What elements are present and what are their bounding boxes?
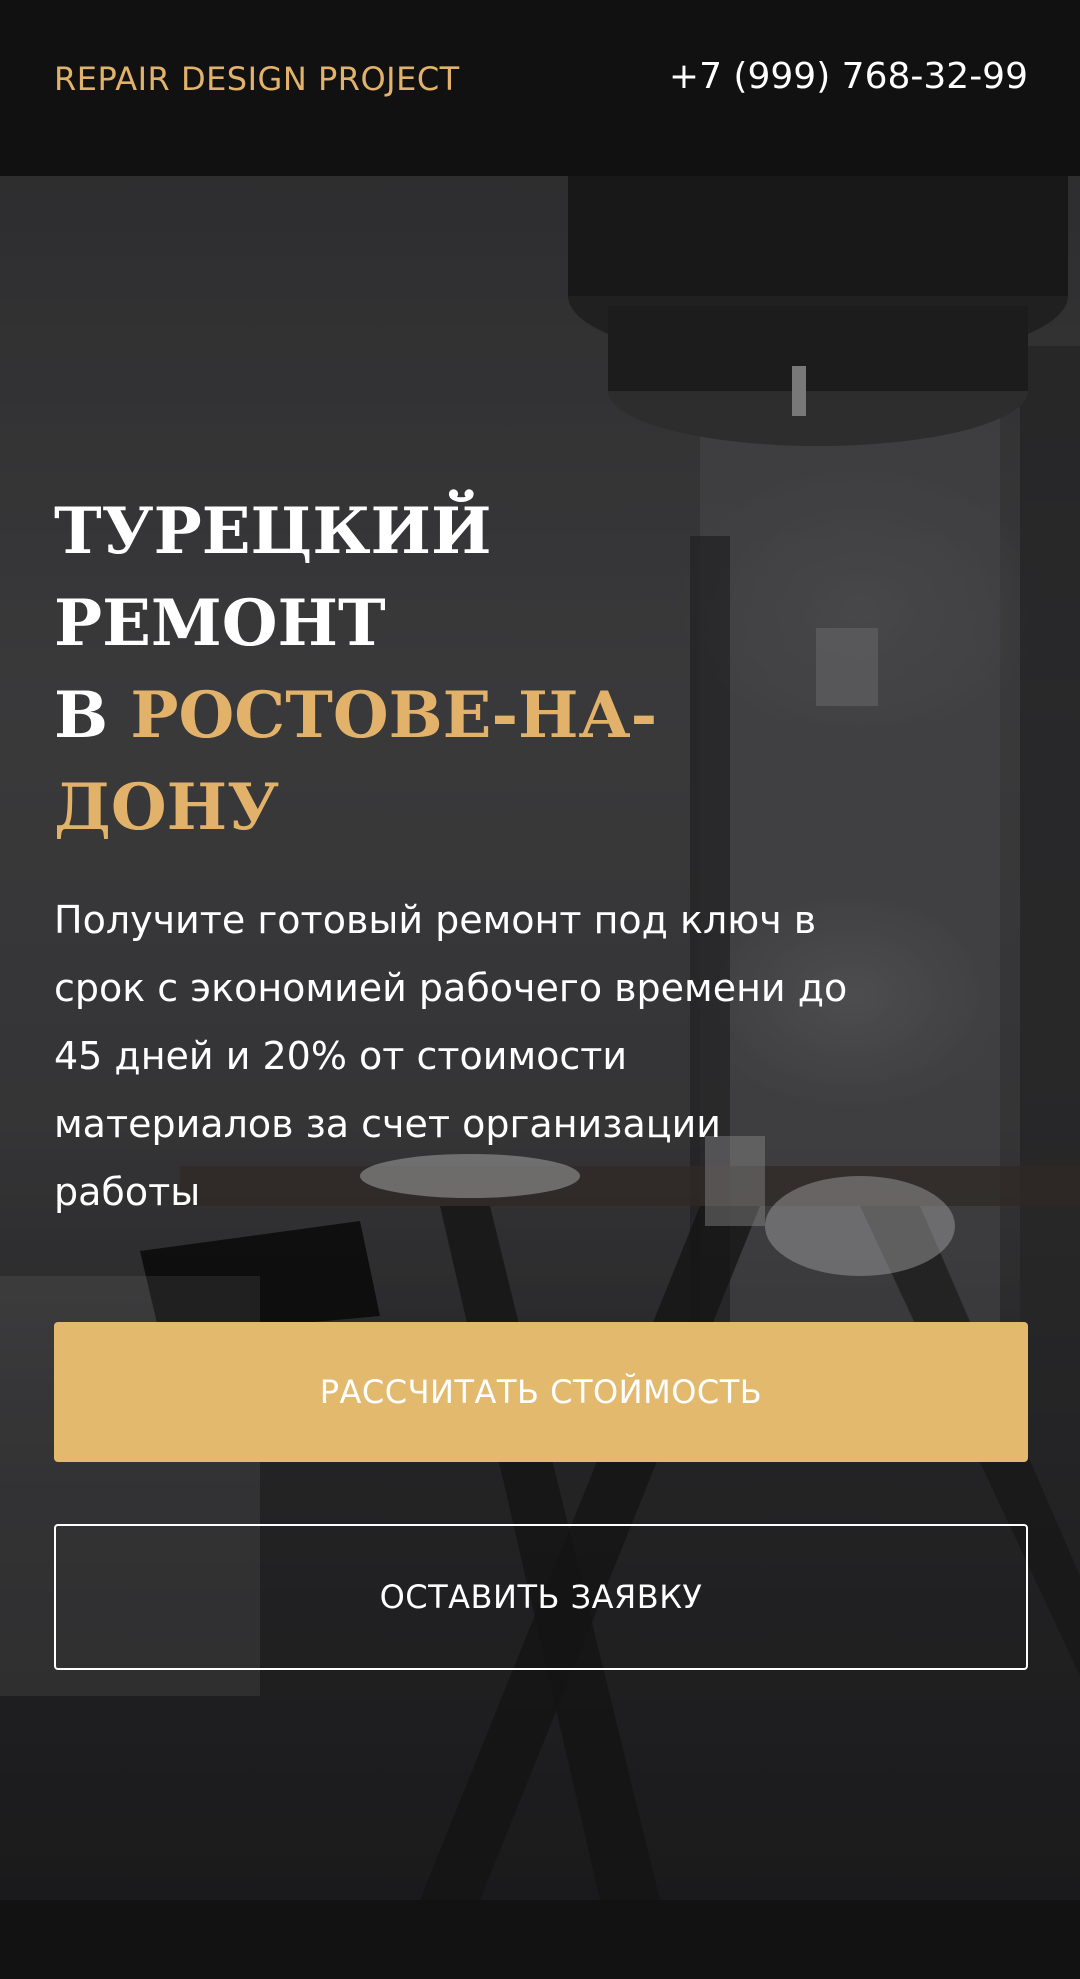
phone-link[interactable]: +7 (999) 768-32-99 xyxy=(669,56,1028,97)
leave-request-button[interactable]: ОСТАВИТЬ ЗАЯВКУ xyxy=(54,1524,1028,1670)
hero-title-line-1: ТУРЕЦКИЙ xyxy=(54,494,492,569)
hero-title: ТУРЕЦКИЙ РЕМОНТ В РОСТОВЕ-НА- ДОНУ xyxy=(54,486,754,854)
calculate-cost-button[interactable]: РАССЧИТАТЬ СТОЙМОСТЬ xyxy=(54,1322,1028,1462)
hero-section: ТУРЕЦКИЙ РЕМОНТ В РОСТОВЕ-НА- ДОНУ Получ… xyxy=(0,176,1080,1900)
hero-description: Получите готовый ремонт под ключ в срок … xyxy=(54,898,848,1214)
hero-title-accent-2: ДОНУ xyxy=(54,770,280,845)
page: REPAIR DESIGN PROJECT +7 (999) 768-32-99 xyxy=(0,0,1080,1979)
hero-title-line-2: РЕМОНТ xyxy=(54,586,386,661)
header: REPAIR DESIGN PROJECT +7 (999) 768-32-99 xyxy=(0,0,1080,176)
logo[interactable]: REPAIR DESIGN PROJECT xyxy=(54,60,460,98)
hero-title-prefix: В xyxy=(54,678,131,753)
hero-title-accent-1: РОСТОВЕ-НА- xyxy=(130,678,658,753)
footer-strip xyxy=(0,1900,1080,1979)
